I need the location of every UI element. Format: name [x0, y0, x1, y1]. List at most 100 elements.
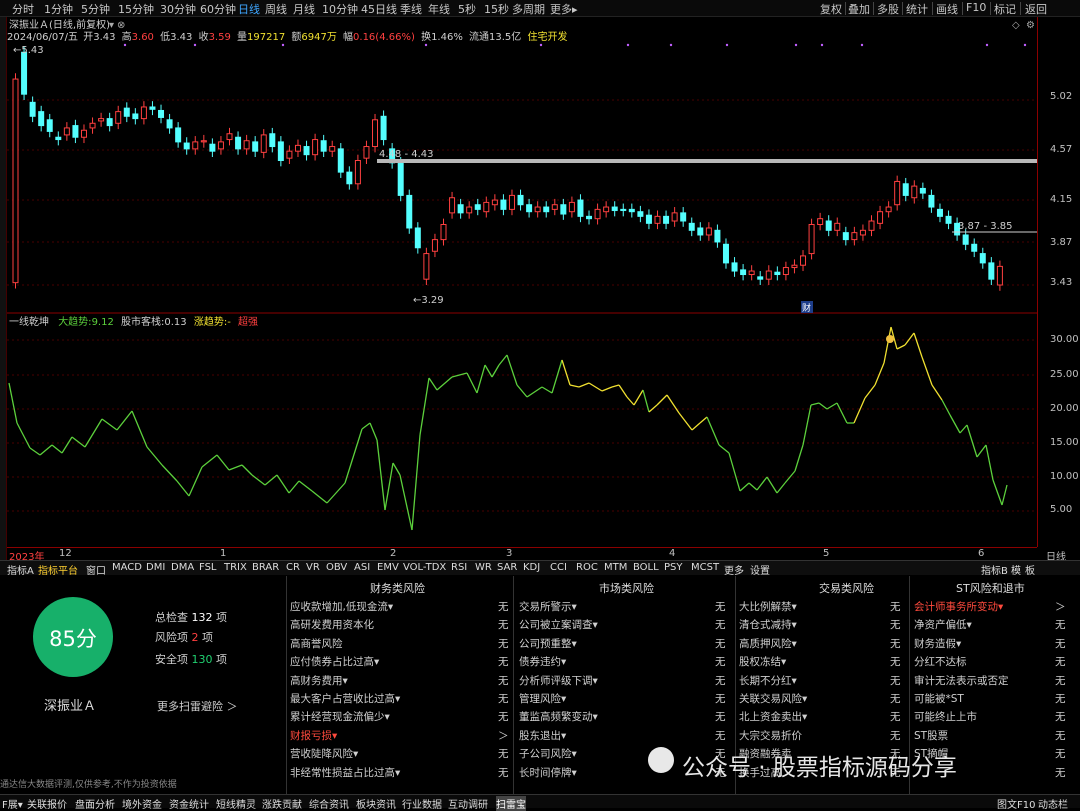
- risk-item-label[interactable]: 营收陡降风险▾: [290, 746, 358, 761]
- chevron-down-icon[interactable]: ▾: [109, 20, 114, 31]
- stats-button[interactable]: 统计: [906, 1, 928, 17]
- kline-chart-area[interactable]: 深振业Ａ(日线,前复权) ▾ ⊗ ◇ ⚙ 2024/06/07/五 开3.43 …: [7, 17, 1037, 547]
- risk-item-label[interactable]: 长时间停牌▾: [519, 765, 577, 780]
- risk-item-label[interactable]: 财报亏损▾: [290, 728, 337, 743]
- risk-item-label[interactable]: 清仓式减持▾: [739, 617, 797, 632]
- period-more[interactable]: 更多▸: [550, 1, 578, 17]
- draw-line-button[interactable]: 画线: [936, 1, 958, 17]
- tab-macd[interactable]: MACD: [112, 562, 142, 573]
- fuquan-button[interactable]: 复权: [820, 1, 842, 17]
- risk-item-label[interactable]: 股东退出▾: [519, 728, 566, 743]
- bottom-contribution[interactable]: 涨跌贡献: [262, 796, 302, 811]
- back-button[interactable]: 返回: [1025, 1, 1047, 17]
- risk-item-label[interactable]: 会计师事务所变动▾: [914, 599, 1003, 614]
- tab-cr[interactable]: CR: [286, 562, 300, 573]
- risk-item-label[interactable]: 股权冻结▾: [739, 654, 786, 669]
- period-season[interactable]: 季线: [400, 1, 422, 17]
- period-week[interactable]: 周线: [265, 1, 287, 17]
- diamond-icon[interactable]: ◇: [1012, 20, 1020, 31]
- bottom-sector-news[interactable]: 板块资讯: [356, 796, 396, 811]
- tab-roc[interactable]: ROC: [576, 562, 598, 573]
- period-fenshi[interactable]: 分时: [12, 1, 34, 17]
- risk-item-label[interactable]: ST股票: [914, 728, 948, 743]
- risk-item-label[interactable]: 关联交易风险▾: [739, 691, 807, 706]
- tab-rsi[interactable]: RSI: [451, 562, 467, 573]
- period-30min[interactable]: 30分钟: [160, 1, 196, 17]
- tab-asi[interactable]: ASI: [354, 562, 370, 573]
- period-10min[interactable]: 10分钟: [322, 1, 358, 17]
- risk-item-label[interactable]: 管理风险▾: [519, 691, 566, 706]
- risk-item-label[interactable]: 交易所警示▾: [519, 599, 577, 614]
- risk-item-label[interactable]: 高财务费用▾: [290, 673, 348, 688]
- tab-emv[interactable]: EMV: [377, 562, 399, 573]
- tab-window[interactable]: 窗口: [86, 562, 106, 577]
- risk-item-label[interactable]: 大宗交易折价: [739, 728, 802, 743]
- period-45day[interactable]: 45日线: [361, 1, 397, 17]
- risk-item-label[interactable]: 最大客户占营收比过高▾: [290, 691, 400, 706]
- tab-psy[interactable]: PSY: [664, 562, 683, 573]
- risk-item-label[interactable]: 高商誉风险: [290, 636, 343, 651]
- tab-trix[interactable]: TRIX: [224, 562, 247, 573]
- period-15sec[interactable]: 15秒: [484, 1, 509, 17]
- risk-item-label[interactable]: 子公司风险▾: [519, 746, 577, 761]
- risk-item-label[interactable]: 应收款增加,低现金流▾: [290, 599, 393, 614]
- bottom-f10[interactable]: 图文F10: [997, 796, 1035, 811]
- bottom-related-quote[interactable]: 关联报价: [27, 796, 67, 811]
- tab-zhibiao-platform[interactable]: 指标平台: [38, 562, 78, 577]
- tab-board[interactable]: 板: [1025, 562, 1035, 577]
- risk-item-label[interactable]: 分析师评级下调▾: [519, 673, 598, 688]
- risk-item-label[interactable]: 审计无法表示或否定: [914, 673, 1009, 688]
- bottom-mine-scan[interactable]: 扫雷宝: [496, 796, 526, 811]
- tab-kdj[interactable]: KDJ: [523, 562, 540, 573]
- risk-item-label[interactable]: 非经常性损益占比过高▾: [290, 765, 400, 780]
- bottom-industry-data[interactable]: 行业数据: [402, 796, 442, 811]
- period-day[interactable]: 日线: [238, 1, 260, 17]
- tab-wr[interactable]: WR: [475, 562, 492, 573]
- tab-zhibiao-a[interactable]: 指标A: [7, 562, 34, 577]
- left-side-strip[interactable]: [0, 17, 7, 573]
- bottom-dynamic-bar[interactable]: 动态栏: [1038, 796, 1068, 811]
- bottom-research[interactable]: 互动调研: [448, 796, 488, 811]
- period-15min[interactable]: 15分钟: [118, 1, 154, 17]
- tab-boll[interactable]: BOLL: [633, 562, 659, 573]
- period-60min[interactable]: 60分钟: [200, 1, 236, 17]
- bottom-market-analysis[interactable]: 盘面分析: [75, 796, 115, 811]
- close-icon[interactable]: ⊗: [117, 20, 125, 31]
- tab-obv[interactable]: OBV: [326, 562, 347, 573]
- bottom-foreign-funds[interactable]: 境外资金: [122, 796, 162, 811]
- tab-dma[interactable]: DMA: [171, 562, 194, 573]
- multi-stock-button[interactable]: 多股: [877, 1, 899, 17]
- tab-more[interactable]: 更多: [724, 562, 744, 577]
- risk-item-label[interactable]: 可能终止上市: [914, 709, 977, 724]
- risk-item-label[interactable]: 净资产偏低▾: [914, 617, 972, 632]
- risk-item-label[interactable]: 公司预重整▾: [519, 636, 577, 651]
- risk-item-label[interactable]: 债券违约▾: [519, 654, 566, 669]
- tab-template[interactable]: 模: [1011, 562, 1021, 577]
- tab-zhibiao-b[interactable]: 指标B: [981, 562, 1008, 577]
- tab-vr[interactable]: VR: [306, 562, 320, 573]
- period-multi[interactable]: 多周期: [512, 1, 545, 17]
- bottom-expand[interactable]: F展▾: [2, 796, 23, 811]
- period-1min[interactable]: 1分钟: [44, 1, 73, 17]
- tab-sar[interactable]: SAR: [497, 562, 517, 573]
- tab-mcst[interactable]: MCST: [691, 562, 719, 573]
- risk-item-label[interactable]: 高质押风险▾: [739, 636, 797, 651]
- more-risk-link[interactable]: 更多扫雷避险 ＞: [157, 698, 238, 714]
- risk-item-label[interactable]: 分红不达标: [914, 654, 967, 669]
- risk-item-label[interactable]: 高研发费用资本化: [290, 617, 374, 632]
- risk-item-label[interactable]: 财务造假▾: [914, 636, 961, 651]
- risk-item-label[interactable]: 累计经营现金流偏少▾: [290, 709, 390, 724]
- settings-icon[interactable]: ⚙: [1026, 20, 1035, 31]
- bottom-short-elf[interactable]: 短线精灵: [216, 796, 256, 811]
- risk-item-label[interactable]: 长期不分红▾: [739, 673, 797, 688]
- period-year[interactable]: 年线: [428, 1, 450, 17]
- period-5min[interactable]: 5分钟: [81, 1, 110, 17]
- bottom-news[interactable]: 综合资讯: [309, 796, 349, 811]
- mark-button[interactable]: 标记: [994, 1, 1016, 17]
- tab-brar[interactable]: BRAR: [252, 562, 279, 573]
- risk-item-label[interactable]: 北上资金卖出▾: [739, 709, 807, 724]
- period-month[interactable]: 月线: [293, 1, 315, 17]
- f10-button[interactable]: F10: [966, 1, 986, 14]
- tab-dmi[interactable]: DMI: [146, 562, 165, 573]
- period-5sec[interactable]: 5秒: [458, 1, 476, 17]
